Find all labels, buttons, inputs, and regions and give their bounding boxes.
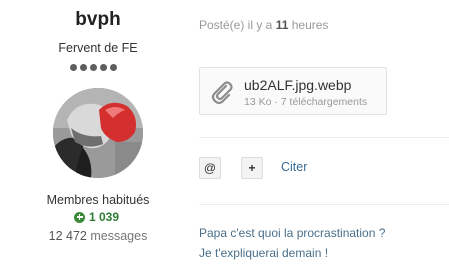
author-post-count: 12 472 messages [0,229,196,243]
rank-pip [70,64,77,71]
mention-button[interactable]: @ [199,157,221,179]
rank-pip [80,64,87,71]
author-avatar[interactable] [53,88,143,178]
post-count-label: messages [90,229,148,243]
mention-icon: @ [203,161,217,175]
avatar-photo [53,88,143,178]
rank-pips [70,64,117,71]
attachment-filename[interactable]: ub2ALF.jpg.webp [244,77,351,93]
rank-pip [100,64,107,71]
signature-line: Papa c'est quoi la procrastination ? [199,226,386,240]
author-group: Membres habitués [46,193,150,207]
post-count-number: 12 472 [48,229,87,243]
post-meta-suffix: heures [291,18,329,32]
author-rank-title: Fervent de FE [58,41,138,55]
paperclip-icon [211,81,233,105]
reputation-plus-icon [74,211,85,223]
author-username[interactable]: bvph [0,9,196,31]
rank-pip [90,64,97,71]
divider [199,204,449,205]
quote-button[interactable]: Citer [281,160,307,174]
signature-line: Je t'expliquerai demain ! [199,246,329,260]
post-signature: Papa c'est quoi la procrastination ? Je … [199,223,385,263]
plus-icon: + [248,161,256,175]
attachment-card[interactable]: ub2ALF.jpg.webp 13 Ko · 7 téléchargement… [199,67,387,115]
attachment-info: 13 Ko · 7 téléchargements [244,96,368,108]
multiquote-button[interactable]: + [241,157,263,179]
post-timestamp: Posté(e) il y a 11 heures [199,18,328,32]
post-meta-prefix: Posté(e) il y a [199,18,273,32]
rank-pip [110,64,117,71]
post-meta-number: 11 [275,18,289,32]
author-panel: bvph Fervent de FE Membres habitués 1 03… [0,0,180,277]
reputation-value: 1 039 [89,210,120,224]
divider [199,137,449,138]
post-content: Posté(e) il y a 11 heures ub2ALF.jpg.web… [199,0,449,277]
author-reputation[interactable]: 1 039 [74,210,119,224]
